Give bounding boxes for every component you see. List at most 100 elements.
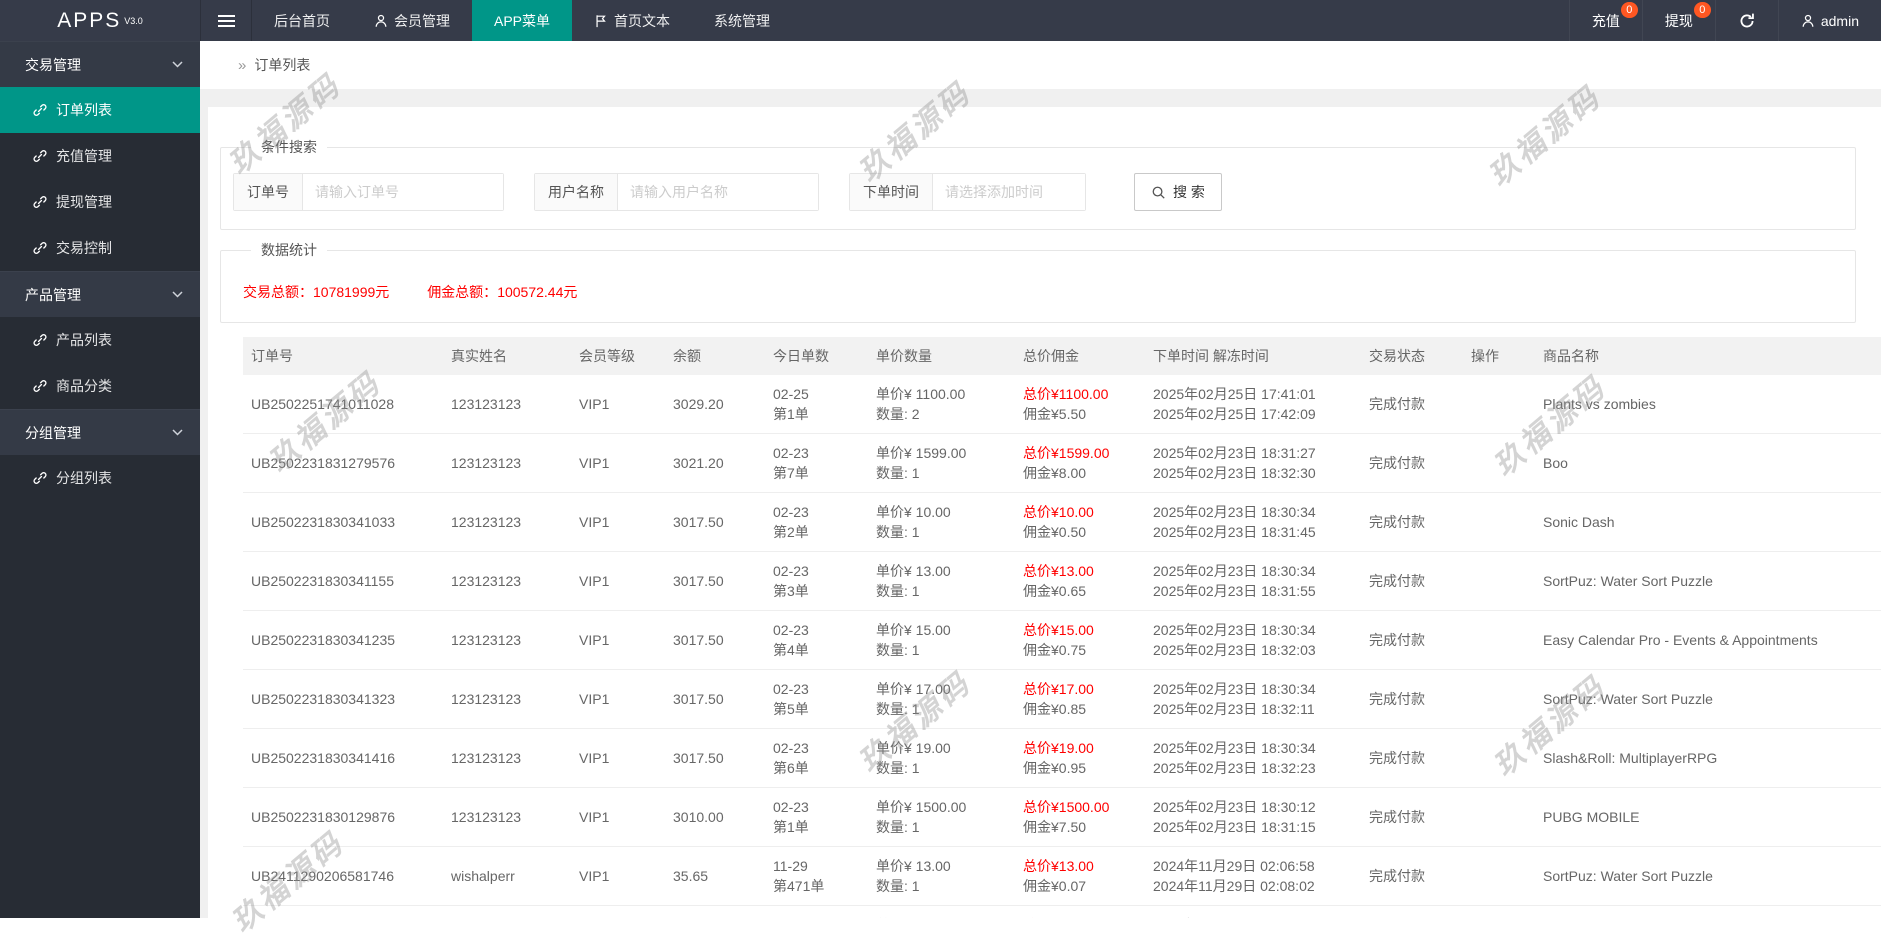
refresh-button[interactable] (1714, 0, 1778, 41)
cell-price-quantity: 单价¥ 1100.00 数量: 2 (876, 386, 966, 422)
link-icon (33, 334, 47, 346)
column-header: 交易状态 (1369, 348, 1425, 364)
withdraw-button[interactable]: 提现 0 (1641, 0, 1715, 41)
nav-item-app-menu[interactable]: APP菜单 (472, 0, 573, 41)
cell-price-quantity: 单价¥ 1599.00 数量: 1 (876, 445, 967, 481)
cell-order-unfreeze-time: 2025年02月23日 18:30:34 2025年02月23日 18:32:03 (1153, 622, 1316, 658)
table-row: UB2502231830341155 123123123 VIP1 3017.50 02… (243, 552, 1881, 611)
cell-order-unfreeze-time: 2024年11月29日 02:06:58 2024年11月29日 02:08:02 (1153, 858, 1315, 894)
cell-vip-level: VIP1 (579, 573, 610, 589)
chevron-down-icon (172, 61, 183, 68)
cell-trade-status: 完成付款 (1369, 573, 1425, 589)
sidebar-item-trade-control[interactable]: 交易控制 (0, 225, 200, 271)
cell-real-name: 123123123 (451, 809, 522, 825)
cell-order-id: UB2502231830341155 (251, 573, 394, 589)
page-title: 订单列表 (254, 57, 311, 73)
refresh-icon (1740, 13, 1754, 27)
stats-panel: 数据统计 交易总额：10781999元 佣金总额：100572.44元 (220, 240, 1856, 323)
cell-vip-level: VIP1 (579, 750, 610, 766)
cell-vip-level: VIP1 (579, 809, 610, 825)
user-menu[interactable]: admin (1777, 0, 1881, 41)
link-icon (33, 472, 47, 484)
recharge-button[interactable]: 充值 0 (1568, 0, 1642, 41)
cell-total-commission: 总价¥1100.00 佣金¥5.50 (1023, 386, 1109, 422)
cell-total-commission: 总价¥1500.00 佣金¥7.50 (1023, 799, 1110, 835)
cell-trade-status: 完成付款 (1369, 809, 1425, 825)
cell-vip-level: VIP1 (579, 691, 610, 707)
order-id-input[interactable] (303, 174, 503, 210)
sidebar-item-order-list[interactable]: 订单列表 (0, 87, 200, 133)
cell-today-orders: 02-23 第4单 (773, 622, 809, 658)
flag-icon (596, 14, 606, 27)
cell-real-name: 123123123 (451, 396, 522, 412)
cell-price-quantity: 单价¥ 13.00 数量: 1 (876, 563, 951, 599)
cell-real-name: 123123123 (451, 514, 522, 530)
cell-price-quantity: 单价¥ 17.00 数量: 1 (876, 681, 951, 717)
cell-product-name: Easy Calendar Pro - Events & Appointment… (1543, 632, 1818, 648)
cell-order-unfreeze-time: 2025年02月23日 18:30:34 2025年02月23日 18:32:23 (1153, 740, 1316, 776)
cell-product-name: SortPuz: Water Sort Puzzle (1543, 691, 1713, 707)
cell-order-id: UB2502231830129876 (251, 809, 396, 825)
cell-vip-level: VIP1 (579, 514, 610, 530)
nav-item-system[interactable]: 系统管理 (692, 0, 792, 41)
user-name-field-group: 用户名称 (534, 173, 819, 211)
sidebar-group-grouping[interactable]: 分组管理 (0, 409, 200, 455)
cell-real-name: 123123123 (451, 750, 522, 766)
sidebar-item-goods-category[interactable]: 商品分类 (0, 363, 200, 409)
cell-balance: 3029.20 (673, 396, 724, 412)
cell-trade-status: 完成付款 (1369, 750, 1425, 766)
link-icon (33, 242, 47, 254)
cell-order-unfreeze-time: 2025年02月23日 18:30:34 2025年02月23日 18:31:45 (1153, 504, 1316, 540)
table-row: UB2502231830341323 123123123 VIP1 3017.50 02… (243, 670, 1881, 729)
column-header: 订单号 (251, 348, 293, 364)
column-header: 真实姓名 (451, 348, 507, 364)
sidebar: 交易管理 订单列表 充值管理 提现管理 交易控制 产品管理 产品列表 商品分类 … (0, 41, 200, 918)
nav-item-members[interactable]: 会员管理 (352, 0, 472, 41)
table-row: UB2502231830341235 123123123 VIP1 3017.50 02… (243, 611, 1881, 670)
cell-vip-level: VIP1 (579, 455, 610, 471)
sidebar-item-withdraw[interactable]: 提现管理 (0, 179, 200, 225)
chevron-down-icon (172, 291, 183, 298)
cell-order-id: UB2502231830341235 (251, 632, 396, 648)
sidebar-item-group-list[interactable]: 分组列表 (0, 455, 200, 501)
top-right-actions: 充值 0 提现 0 admin (1568, 0, 1881, 41)
sidebar-group-product[interactable]: 产品管理 (0, 271, 200, 317)
brand-logo: APPS V3.0 (0, 0, 200, 41)
search-panel-legend: 条件搜索 (261, 139, 317, 155)
table-row: UB2502231830129876 123123123 VIP1 3010.00 02… (243, 788, 1881, 847)
cell-order-unfreeze-time: 2025年02月23日 18:30:34 2025年02月23日 18:32:11 (1153, 681, 1316, 717)
link-icon (33, 380, 47, 392)
cell-balance: 3017.50 (673, 750, 724, 766)
column-header: 总价佣金 (1023, 348, 1079, 364)
cell-product-name: PUBG MOBILE (1543, 809, 1640, 825)
cell-order-unfreeze-time: 2025年02月25日 17:41:01 2025年02月25日 17:42:09 (1153, 386, 1316, 422)
cell-total-commission: 总价¥10.00 佣金¥0.50 (1023, 504, 1094, 540)
cell-order-unfreeze-time: 2025年02月23日 18:30:12 2025年02月23日 18:31:15 (1153, 799, 1316, 835)
cell-balance: 3021.20 (673, 455, 724, 471)
nav-item-home[interactable]: 后台首页 (252, 0, 352, 41)
stats-panel-legend: 数据统计 (261, 242, 317, 258)
cell-product-name: Plants vs zombies (1543, 396, 1656, 412)
sidebar-toggle-button[interactable] (200, 0, 252, 41)
sidebar-item-recharge[interactable]: 充值管理 (0, 133, 200, 179)
cell-product-name: SortPuz: Water Sort Puzzle (1543, 868, 1713, 884)
column-header: 单价数量 (876, 348, 932, 364)
order-id-label: 订单号 (234, 174, 303, 210)
cell-today-orders: 02-25 第1单 (773, 386, 809, 422)
order-id-field-group: 订单号 (233, 173, 504, 211)
sidebar-group-trade[interactable]: 交易管理 (0, 41, 200, 87)
sidebar-item-product-list[interactable]: 产品列表 (0, 317, 200, 363)
link-icon (33, 196, 47, 208)
cell-balance: 3017.50 (673, 514, 724, 530)
search-button[interactable]: 搜 索 (1134, 173, 1222, 211)
cell-today-orders: 02-23 第1单 (773, 799, 809, 835)
cell-trade-status: 完成付款 (1369, 455, 1425, 471)
nav-item-home-text[interactable]: 首页文本 (572, 0, 692, 41)
order-time-input[interactable] (933, 174, 1085, 210)
cell-order-id: UB2502231830341033 (251, 514, 396, 530)
user-name-input[interactable] (618, 174, 818, 210)
cell-total-commission: 总价¥13.00 佣金¥0.07 (1023, 858, 1094, 894)
table-row: UB2411290206485609wishalperrVIP135.5511-… (243, 906, 1881, 918)
user-icon (375, 14, 387, 27)
stats-line: 交易总额：10781999元 佣金总额：100572.44元 (243, 282, 1840, 302)
